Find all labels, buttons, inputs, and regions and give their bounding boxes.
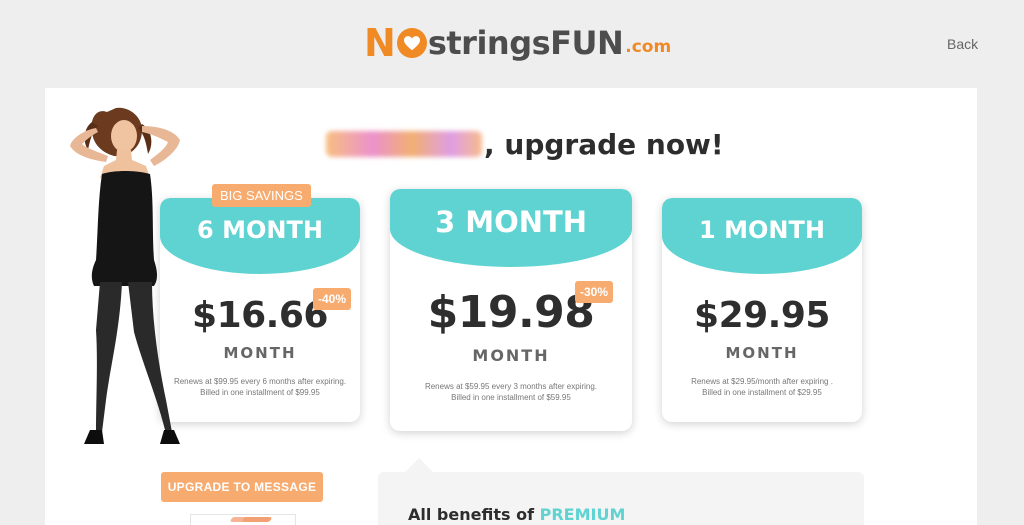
plan-card-3-month[interactable]: 3 MONTH $19.98 MONTH Renews at $59.95 ev… <box>390 189 632 431</box>
renewal-line-2: Billed in one installment of $29.95 <box>702 388 822 397</box>
logo-word-strings: strings <box>427 24 551 62</box>
benefits-pointer <box>405 458 433 472</box>
upgrade-to-message-button[interactable]: UPGRADE TO MESSAGE <box>161 472 323 502</box>
heart-icon <box>396 28 427 58</box>
site-logo[interactable]: N strings FUN .com <box>364 20 671 62</box>
back-link[interactable]: Back <box>947 36 978 52</box>
plan-title: 1 MONTH <box>662 198 862 274</box>
plan-renewal-note: Renews at $29.95/month after expiring . … <box>662 376 862 398</box>
plan-renewal-note: Renews at $59.95 every 3 months after ex… <box>390 381 632 403</box>
plan-card-1-month[interactable]: 1 MONTH $29.95 MONTH Renews at $29.95/mo… <box>662 198 862 422</box>
logo-word-fun: FUN <box>550 24 624 62</box>
big-savings-badge: BIG SAVINGS <box>212 184 311 207</box>
message-preview-thumbnail <box>190 514 296 525</box>
plan-unit: MONTH <box>472 346 550 365</box>
plan-unit: MONTH <box>725 344 799 362</box>
upgrade-headline: , upgrade now! <box>326 126 724 162</box>
thumbnail-graphic <box>241 517 273 522</box>
headline-text: , upgrade now! <box>484 127 724 161</box>
discount-badge-6-month: -40% <box>313 288 352 310</box>
benefits-title: All benefits of PREMIUM <box>408 505 625 524</box>
renewal-line-1: Renews at $59.95 every 3 months after ex… <box>424 382 598 391</box>
plan-title: 3 MONTH <box>390 189 632 267</box>
renewal-line-1: Renews at $29.95/month after expiring . <box>691 377 833 386</box>
renewal-line-2: Billed in one installment of $59.95 <box>451 393 571 402</box>
benefits-prefix: All benefits of <box>408 505 540 524</box>
plan-price: $29.95 <box>694 295 830 336</box>
header: N strings FUN .com Back <box>0 0 1024 88</box>
benefits-highlight: PREMIUM <box>539 505 626 524</box>
model-photo <box>70 107 180 444</box>
logo-letter-n: N <box>364 21 396 65</box>
discount-badge-3-month: -30% <box>575 281 614 303</box>
logo-dotcom: .com <box>625 37 672 57</box>
blurred-username <box>326 131 482 157</box>
